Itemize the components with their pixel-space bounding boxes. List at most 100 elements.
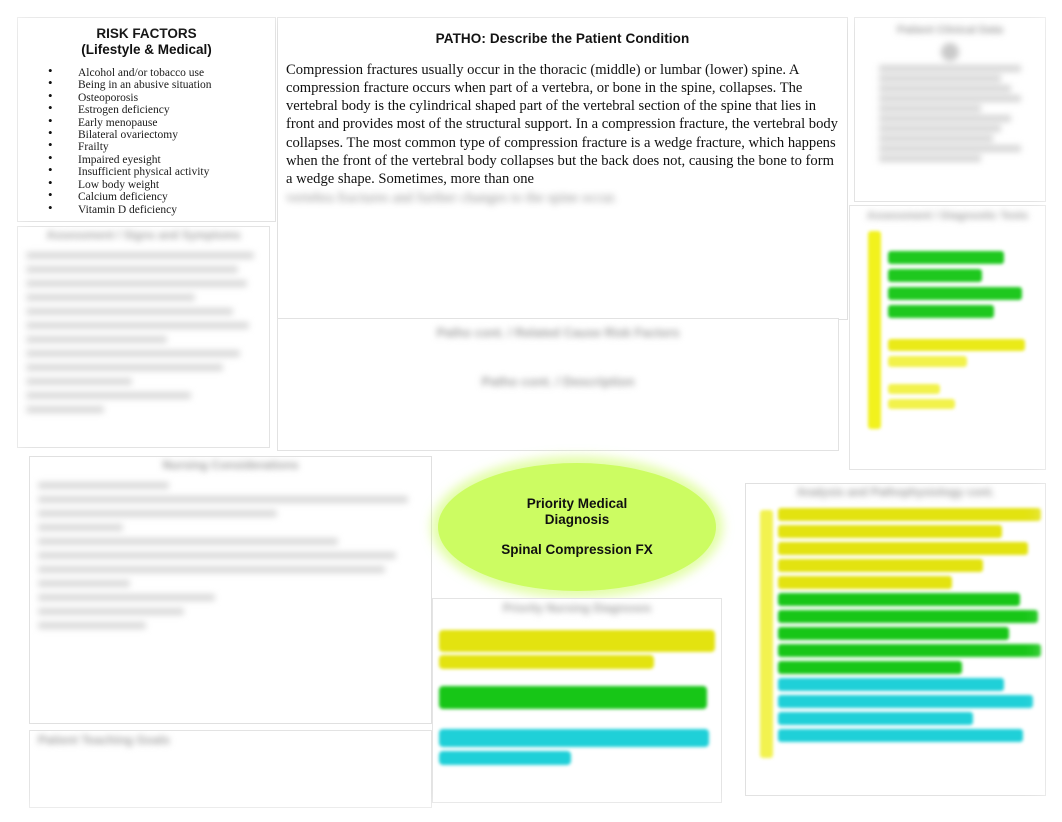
patho-continued-title: Patho cont. / Related Cause Risk Factors	[436, 326, 680, 340]
list-item: Vitamin D deficiency	[48, 201, 275, 216]
nursing-considerations-panel: Nursing Considerations	[29, 456, 432, 724]
text-line	[26, 336, 167, 344]
list-item: Low body weight	[48, 177, 275, 191]
text-line	[38, 481, 169, 489]
highlight-row	[778, 525, 1002, 539]
list-item: Calcium deficiency	[48, 189, 275, 203]
text-line	[38, 565, 385, 573]
priority-nursing-diagnoses-body	[433, 616, 721, 766]
text-line	[26, 308, 233, 316]
highlight-row	[778, 576, 952, 590]
highlight-row	[778, 712, 973, 726]
patient-teaching-goals-panel: Patient Teaching Goals	[29, 730, 432, 808]
assessment-signs-symptoms-panel: Assessment / Signs and Symptoms	[17, 226, 270, 448]
analysis-pathophysiology-body	[746, 500, 1045, 759]
text-line	[38, 593, 216, 601]
text-line	[26, 266, 238, 274]
highlight-row	[888, 383, 940, 394]
text-line	[38, 495, 408, 503]
patho-continued-panel: Patho cont. / Related Cause Risk Factors…	[277, 318, 839, 451]
diagnosis-value: Spinal Compression FX	[501, 542, 653, 557]
table-row	[879, 124, 1002, 132]
highlight-row	[778, 661, 963, 675]
clinical-data-title: Patient Clinical Data	[897, 24, 1003, 36]
text-line	[26, 406, 104, 414]
table-row	[879, 144, 1021, 152]
highlight-row	[778, 644, 1041, 658]
table-row	[879, 154, 982, 162]
highlight-row	[778, 593, 1020, 607]
list-item: Alcohol and/or tobacco use	[48, 65, 275, 79]
list-item: Frailty	[48, 139, 275, 153]
patient-teaching-goals-title: Patient Teaching Goals	[38, 733, 170, 747]
assessment-diagnostics-title: Assessment / Diagnostic Tests	[866, 210, 1029, 222]
highlight-row	[439, 686, 707, 710]
text-line	[26, 252, 254, 260]
risk-factors-title-line2: (Lifestyle & Medical)	[81, 41, 212, 57]
patho-title: PATHO: Describe the Patient Condition	[435, 31, 690, 46]
concept-map-page: RISK FACTORS (Lifestyle & Medical) Alcoh…	[0, 0, 1062, 822]
assessment-signs-symptoms-body	[18, 243, 269, 414]
list-item: Impaired eyesight	[48, 152, 275, 166]
diagnosis-label-line1: Priority Medical	[526, 496, 628, 511]
highlight-row	[888, 304, 995, 318]
list-item: Early menopause	[48, 115, 275, 129]
risk-factors-title: RISK FACTORS (Lifestyle & Medical)	[18, 26, 275, 57]
assessment-diagnostics-body	[850, 223, 1045, 429]
list-item: Insufficient physical activity	[48, 164, 275, 178]
highlight-row	[778, 627, 1010, 641]
text-line	[38, 523, 123, 531]
highlight-row	[439, 729, 710, 748]
highlight-row	[888, 286, 1022, 300]
assessment-diagnostics-panel: Assessment / Diagnostic Tests	[849, 205, 1046, 470]
text-line	[38, 579, 131, 587]
diagnosis-label-line2: Diagnosis	[544, 512, 610, 527]
highlight-spine	[868, 230, 881, 429]
highlight-row	[439, 655, 655, 670]
table-row	[879, 74, 1002, 82]
table-row	[879, 104, 982, 112]
text-line	[26, 350, 240, 358]
highlight-row	[778, 559, 984, 573]
priority-medical-diagnosis-node[interactable]: Priority Medical Diagnosis Spinal Compre…	[438, 463, 716, 591]
risk-factors-list: Alcohol and/or tobacco use Being in an a…	[18, 65, 275, 216]
highlight-row	[888, 355, 968, 367]
list-item: Being in an abusive situation	[48, 77, 275, 91]
risk-factors-title-line1: RISK FACTORS	[96, 26, 197, 41]
text-line	[26, 378, 132, 386]
text-line	[26, 294, 196, 302]
text-line	[26, 322, 250, 330]
highlight-row	[888, 268, 983, 282]
text-line	[26, 392, 191, 400]
text-line	[38, 537, 339, 545]
table-row	[879, 84, 1012, 92]
table-row	[879, 94, 1021, 102]
patho-body-text: Compression fractures usually occur in t…	[286, 61, 838, 188]
text-line	[38, 509, 277, 517]
text-line	[26, 280, 247, 288]
highlight-row	[778, 610, 1039, 624]
text-line	[38, 607, 185, 615]
analysis-pathophysiology-title: Analysis and Pathophysiology cont.	[796, 487, 995, 499]
clinical-data-panel: Patient Clinical Data	[854, 17, 1046, 202]
highlight-row	[778, 678, 1005, 692]
risk-factors-panel: RISK FACTORS (Lifestyle & Medical) Alcoh…	[17, 17, 276, 222]
highlight-row	[778, 508, 1041, 522]
assessment-signs-symptoms-title: Assessment / Signs and Symptoms	[46, 230, 241, 242]
highlight-row	[778, 695, 1034, 709]
highlight-row	[439, 630, 715, 653]
clinical-data-thumbnail	[879, 42, 1021, 162]
patho-continued-subtitle: Patho cont. / Description	[481, 374, 635, 390]
priority-nursing-diagnoses-title: Priority Nursing Diagnoses	[502, 603, 652, 615]
list-item: Osteoporosis	[48, 90, 275, 104]
analysis-pathophysiology-panel: Analysis and Pathophysiology cont.	[745, 483, 1046, 796]
highlight-row	[888, 338, 1025, 351]
text-line	[38, 551, 397, 559]
nursing-considerations-title: Nursing Considerations	[162, 458, 299, 472]
highlight-row	[778, 729, 1023, 743]
table-row	[879, 134, 993, 142]
table-row	[879, 114, 1012, 122]
highlight-row	[778, 542, 1028, 556]
highlight-row	[888, 250, 1004, 264]
highlight-row	[439, 751, 572, 766]
